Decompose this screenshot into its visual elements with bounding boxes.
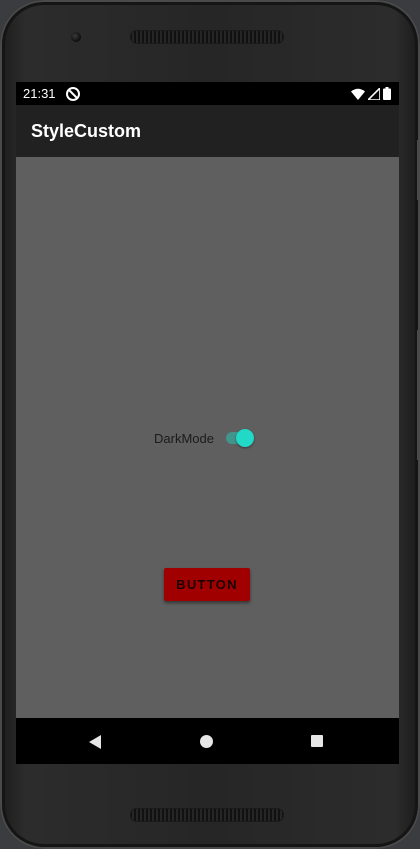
app-title: StyleCustom [31, 121, 142, 141]
app-bar: StyleCustom [16, 105, 399, 157]
back-icon[interactable] [89, 735, 101, 749]
do-not-disturb-icon [66, 87, 80, 101]
primary-button[interactable]: BUTTON [164, 568, 250, 601]
earpiece-speaker [130, 30, 284, 44]
wifi-icon [351, 88, 365, 100]
front-camera [71, 32, 81, 42]
dark-mode-switch-row[interactable]: DarkMode [154, 429, 255, 447]
device-screen: 21:31 StyleCustom DarkMode BUTTON [16, 82, 399, 764]
battery-icon [383, 87, 391, 100]
recents-icon[interactable] [311, 735, 323, 747]
dark-mode-label: DarkMode [154, 430, 214, 446]
status-icons [351, 87, 391, 100]
switch-thumb[interactable] [235, 429, 254, 447]
home-icon[interactable] [200, 735, 213, 748]
navigation-bar [16, 718, 399, 764]
status-time: 21:31 [23, 86, 56, 101]
status-bar: 21:31 [16, 82, 399, 105]
main-content: DarkMode BUTTON [16, 157, 399, 718]
cellular-signal-icon [368, 87, 380, 100]
bottom-speaker [130, 808, 284, 822]
dark-mode-switch[interactable] [225, 429, 255, 447]
phone-frame: 21:31 StyleCustom DarkMode BUTTON [0, 0, 420, 849]
